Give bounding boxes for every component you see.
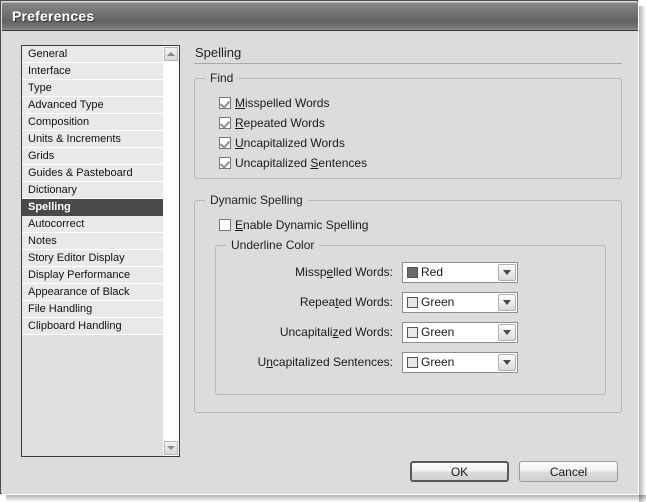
sidebar-item-units-increments[interactable]: Units & Increments	[22, 131, 163, 148]
select-dropdown-button[interactable]	[498, 354, 516, 371]
window-frame: Preferences GeneralInterfaceTypeAdvanced…	[0, 0, 638, 494]
underline-color-select-misspelled-words[interactable]: Red	[402, 262, 518, 283]
chevron-down-icon	[503, 300, 511, 305]
find-checkbox-uncapitalized-sentences[interactable]: Uncapitalized Sentences	[219, 153, 621, 173]
sidebar-item-notes[interactable]: Notes	[22, 233, 163, 250]
underline-color-label: Uncapitalized Sentences:	[216, 355, 402, 369]
scrollbar-up-button[interactable]	[164, 47, 178, 61]
chevron-down-icon	[503, 270, 511, 275]
window-title: Preferences	[12, 8, 94, 24]
sidebar-item-file-handling[interactable]: File Handling	[22, 301, 163, 318]
find-checkbox-list: Misspelled Words Repeated Words Uncapitali…	[219, 93, 621, 173]
select-value: Green	[421, 325, 454, 339]
find-checkbox-uncapitalized-words[interactable]: Uncapitalized Words	[219, 133, 621, 153]
title-bar[interactable]: Preferences	[2, 2, 638, 31]
find-group-label: Find	[205, 71, 238, 85]
underline-color-select-uncapitalized-words[interactable]: Green	[402, 322, 518, 343]
find-checkbox-repeated-words[interactable]: Repeated Words	[219, 113, 621, 133]
title-divider	[194, 63, 622, 64]
underline-color-row-misspelled-words: Misspelled Words: Red	[216, 260, 605, 284]
select-dropdown-button[interactable]	[498, 264, 516, 281]
checkbox-box	[219, 137, 231, 149]
underline-color-row-uncapitalized-words: Uncapitalized Words: Green	[216, 320, 605, 344]
sidebar-item-type[interactable]: Type	[22, 80, 163, 97]
sidebar-item-spelling[interactable]: Spelling	[22, 199, 163, 216]
find-group: Find Misspelled WordsRepeated WordsUncap…	[194, 78, 622, 179]
underline-color-row-uncapitalized-sentences: Uncapitalized Sentences: Green	[216, 350, 605, 374]
scrollbar-track[interactable]	[164, 62, 178, 440]
sidebar-item-advanced-type[interactable]: Advanced Type	[22, 97, 163, 114]
sidebar-item-general[interactable]: General	[22, 46, 163, 63]
sidebar-item-composition[interactable]: Composition	[22, 114, 163, 131]
color-swatch-icon	[407, 267, 418, 278]
sidebar-item-autocorrect[interactable]: Autocorrect	[22, 216, 163, 233]
chevron-down-icon	[503, 360, 511, 365]
select-dropdown-button[interactable]	[498, 324, 516, 341]
checkbox-box	[219, 117, 231, 129]
scrollbar-down-button[interactable]	[164, 441, 178, 455]
checkbox-box	[219, 219, 231, 231]
checkbox-label: Repeated Words	[235, 116, 325, 130]
underline-color-group-label: Underline Color	[226, 238, 319, 252]
underline-color-select-uncapitalized-sentences[interactable]: Green	[402, 352, 518, 373]
checkbox-label: Uncapitalized Sentences	[235, 156, 367, 170]
category-scrollbar[interactable]	[163, 46, 179, 456]
cancel-button[interactable]: Cancel	[519, 461, 618, 482]
select-value: Red	[421, 265, 443, 279]
chevron-up-icon	[167, 52, 175, 56]
dynamic-spelling-group: Dynamic Spelling Enable Dynamic Spelling…	[194, 200, 622, 413]
underline-color-label: Misspelled Words:	[216, 265, 402, 279]
sidebar-item-display-performance[interactable]: Display Performance	[22, 267, 163, 284]
sidebar-item-appearance-of-black[interactable]: Appearance of Black	[22, 284, 163, 301]
category-list-empty-area	[22, 335, 163, 456]
checkbox-label: Uncapitalized Words	[235, 136, 345, 150]
checkbox-box	[219, 97, 231, 109]
select-value: Green	[421, 295, 454, 309]
color-swatch-icon	[407, 357, 418, 368]
underline-color-select-repeated-words[interactable]: Green	[402, 292, 518, 313]
sidebar-item-dictionary[interactable]: Dictionary	[22, 182, 163, 199]
category-listbox[interactable]: GeneralInterfaceTypeAdvanced TypeComposi…	[21, 45, 180, 457]
page-title: Spelling	[194, 45, 622, 60]
chevron-down-icon	[503, 330, 511, 335]
color-swatch-icon	[407, 297, 418, 308]
sidebar-item-guides-pasteboard[interactable]: Guides & Pasteboard	[22, 165, 163, 182]
sidebar-item-clipboard-handling[interactable]: Clipboard Handling	[22, 318, 163, 335]
dynamic-spelling-group-label: Dynamic Spelling	[205, 193, 308, 207]
checkbox-label: Misspelled Words	[235, 96, 329, 110]
sidebar-item-grids[interactable]: Grids	[22, 148, 163, 165]
enable-dynamic-spelling-checkbox[interactable]: Enable Dynamic Spelling	[219, 215, 621, 235]
select-value: Green	[421, 355, 454, 369]
dialog-footer: OK Cancel	[2, 461, 638, 482]
underline-color-group: Underline Color Misspelled Words:RedRepe…	[215, 245, 606, 395]
ok-button[interactable]: OK	[410, 461, 509, 482]
find-checkbox-misspelled-words[interactable]: Misspelled Words	[219, 93, 621, 113]
underline-color-rows: Misspelled Words: Red Repeated Words: Green…	[216, 260, 605, 374]
window-shadow-right	[639, 6, 646, 502]
select-dropdown-button[interactable]	[498, 294, 516, 311]
underline-color-row-repeated-words: Repeated Words: Green	[216, 290, 605, 314]
window-shadow-bottom	[6, 495, 646, 502]
dialog-body: GeneralInterfaceTypeAdvanced TypeComposi…	[2, 31, 638, 494]
sidebar-item-interface[interactable]: Interface	[22, 63, 163, 80]
underline-color-label: Repeated Words:	[216, 295, 402, 309]
chevron-down-icon	[167, 446, 175, 450]
checkbox-box	[219, 157, 231, 169]
sidebar-item-story-editor-display[interactable]: Story Editor Display	[22, 250, 163, 267]
settings-panel: Spelling Find Misspelled Words Repeated W…	[194, 45, 622, 457]
color-swatch-icon	[407, 327, 418, 338]
underline-color-label: Uncapitalized Words:	[216, 325, 402, 339]
preferences-dialog-window: Preferences GeneralInterfaceTypeAdvanced…	[0, 0, 646, 502]
category-list[interactable]: GeneralInterfaceTypeAdvanced TypeComposi…	[22, 46, 164, 456]
checkbox-label: Enable Dynamic Spelling	[235, 218, 368, 232]
